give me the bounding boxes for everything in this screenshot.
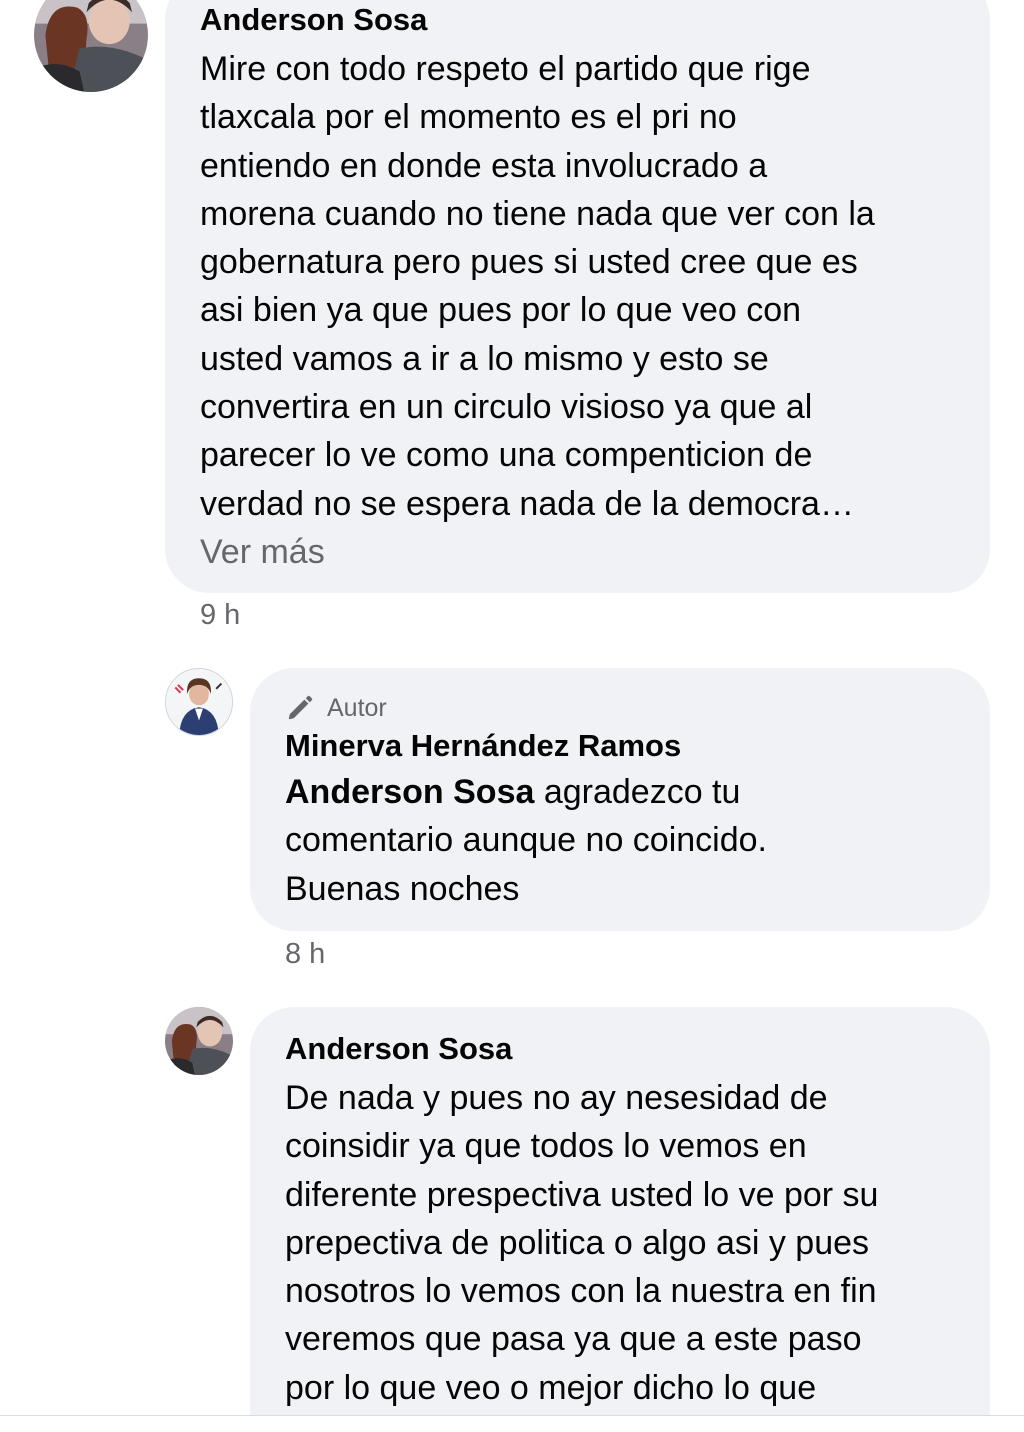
comment-line: asi bien ya que pues por lo que veo con [200, 291, 802, 330]
comment-text: De nada y pues no ay nesesidad de coinsi… [285, 1074, 960, 1412]
comment-line: morena cuando no tiene nada que ver con … [200, 194, 875, 233]
comment-line: usted vamos a ir a lo mismo y esto se [200, 339, 769, 378]
comment-line: veremos que pasa ya que a este paso [285, 1320, 862, 1359]
comment-line: Buenas noches [285, 869, 520, 908]
comment-line: tlaxcala por el momento es el pri no [200, 98, 737, 137]
comment-line: por lo que veo o mejor dicho lo que [285, 1368, 817, 1407]
comment-line: De nada y pues no ay nesesidad de [285, 1079, 828, 1117]
comment-text: Mire con todo respeto el partido que rig… [200, 45, 960, 528]
author-badge: Autor [285, 690, 960, 726]
see-more-link[interactable]: Ver más [200, 528, 960, 576]
pencil-icon [288, 695, 313, 720]
comment-line: convertira en un circulo visioso ya que … [200, 388, 813, 427]
bottom-edge-bar [0, 1415, 1024, 1432]
comment-author[interactable]: Anderson Sosa [285, 1029, 960, 1069]
comment-bubble: Anderson Sosa Mire con todo respeto el p… [165, 0, 990, 593]
comment-line: parecer lo ve como una compenticion de [200, 436, 813, 475]
comment-line: coinsidir ya que todos lo vemos en [285, 1127, 807, 1166]
mention-link[interactable]: Anderson Sosa [285, 773, 534, 811]
comment-line: Anderson Sosa agradezco tu [285, 768, 960, 816]
comment-line: gobernatura pero pues si usted cree que … [200, 243, 858, 282]
avatar[interactable] [165, 668, 233, 736]
profile-photo [34, 0, 148, 92]
avatar[interactable] [165, 1007, 233, 1075]
comment-line: nosotros lo vemos con la nuestra en fin [285, 1272, 877, 1311]
profile-photo [166, 669, 232, 735]
profile-photo [165, 1007, 233, 1075]
comment-line: comentario aunque no coincido. [285, 821, 767, 860]
reply-bubble: Autor Minerva Hernández Ramos Anderson S… [250, 668, 990, 931]
avatar[interactable] [34, 0, 148, 92]
author-badge-label: Autor [327, 693, 387, 722]
reply-bubble: Anderson Sosa De nada y pues no ay neses… [250, 1007, 990, 1432]
comment-line: verdad no se espera nada de la democra… [200, 484, 854, 523]
comment-timestamp[interactable]: 9 h [200, 597, 240, 633]
comment-line: Mire con todo respeto el partido que rig… [200, 50, 811, 88]
comment-timestamp[interactable]: 8 h [285, 936, 325, 972]
comment-line: prepectiva de politica o algo asi y pues [285, 1223, 870, 1262]
comment-line: entiendo en donde esta involucrado a [200, 146, 768, 185]
comment-text: Anderson Sosa agradezco tu comentario au… [285, 768, 960, 913]
comment-author[interactable]: Anderson Sosa [200, 0, 960, 40]
comment-line-rest: agradezco tu [534, 773, 741, 811]
comment-line: diferente prespectiva usted lo ve por su [285, 1175, 879, 1214]
comment-thread: Anderson Sosa Mire con todo respeto el p… [0, 0, 1024, 1432]
comment-author[interactable]: Minerva Hernández Ramos [285, 726, 960, 766]
